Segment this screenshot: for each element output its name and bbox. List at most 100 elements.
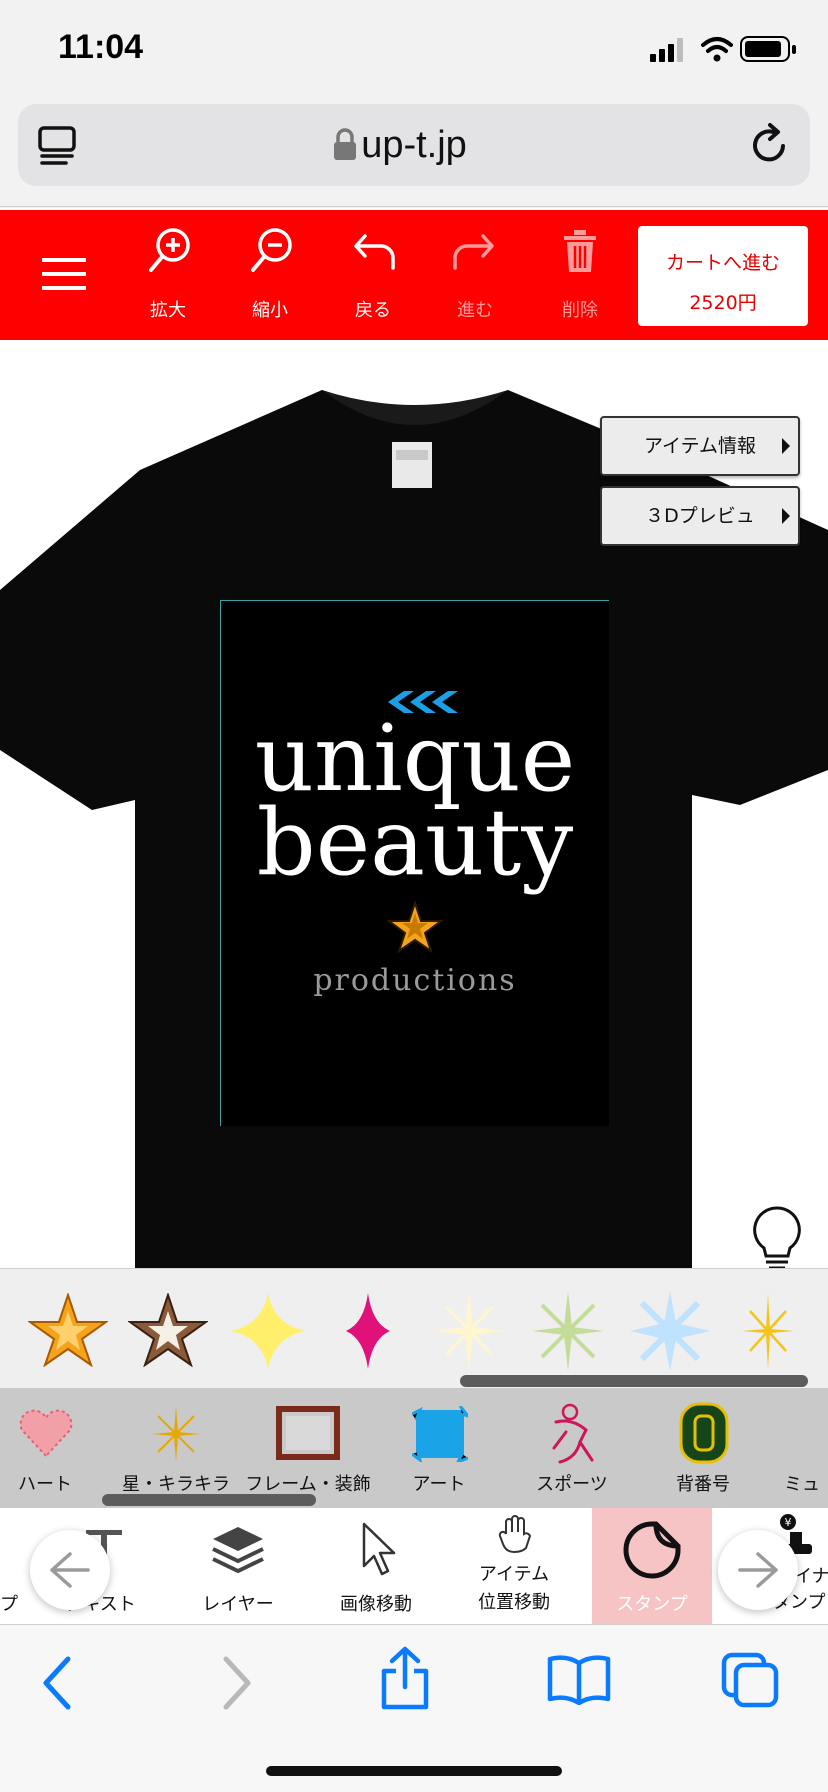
signal-icon — [650, 38, 683, 62]
hand-grab-icon — [498, 1515, 532, 1554]
item-info-label: アイテム情報 — [643, 435, 757, 457]
zoom-in-button[interactable]: 拡大 — [123, 228, 213, 338]
battery-icon — [740, 36, 796, 62]
stamp-palette — [0, 1268, 828, 1389]
heart-icon — [19, 1409, 73, 1458]
triangle-right-icon — [782, 508, 790, 524]
category-art[interactable]: アート — [396, 1388, 482, 1508]
lightbulb-icon[interactable] — [752, 1206, 802, 1270]
category-label: スポーツ — [536, 1474, 608, 1495]
art-icon — [412, 1406, 468, 1462]
jersey-number-icon — [679, 1402, 729, 1464]
zoom-in-icon — [149, 228, 190, 272]
scroll-left-button[interactable] — [30, 1530, 110, 1610]
address-bar[interactable]: up-t.jp — [18, 104, 810, 186]
3d-preview-label: ３Dプレビュ — [645, 505, 755, 527]
menu-icon[interactable] — [42, 256, 88, 294]
tool-label: アイテム — [478, 1564, 550, 1585]
tool-item-position[interactable]: アイテム 位置移動 — [454, 1508, 574, 1624]
bookmarks-icon[interactable] — [546, 1655, 612, 1705]
star-stamp-orange[interactable] — [28, 1293, 108, 1367]
design-text-beauty: beauty — [256, 789, 574, 896]
trash-icon — [564, 230, 596, 272]
sparkle-stamp-yellow[interactable] — [228, 1291, 308, 1371]
star-logo — [387, 901, 443, 953]
editor-tool-bar: プ テキスト レイヤー 画像移動 アイテム 位置移動 スタンプ ¥ スタンプ — [0, 1508, 828, 1625]
arrow-right-icon — [738, 1552, 778, 1588]
tool-move-image[interactable]: 画像移動 — [316, 1508, 436, 1624]
stamp-scrollbar[interactable] — [460, 1375, 808, 1387]
redo-button[interactable]: 進む — [430, 228, 520, 338]
share-icon[interactable] — [378, 1645, 432, 1711]
svg-text:¥: ¥ — [785, 1516, 792, 1529]
category-numbers[interactable]: 背番号 — [660, 1388, 746, 1508]
wifi-icon — [701, 37, 733, 62]
redo-icon — [453, 234, 494, 270]
print-area[interactable]: unique beauty productions — [220, 600, 609, 1126]
url-text[interactable]: up-t.jp — [18, 104, 810, 186]
cursor-arrow-icon — [362, 1522, 396, 1576]
category-label: 星・キラキラ — [122, 1474, 230, 1495]
back-icon[interactable] — [38, 1655, 78, 1711]
undo-label: 戻る — [355, 300, 391, 321]
reload-icon[interactable] — [748, 122, 794, 168]
category-label: フレーム・装飾 — [245, 1474, 371, 1495]
status-time: 11:04 — [58, 28, 144, 66]
category-frames[interactable]: フレーム・装飾 — [244, 1388, 372, 1508]
design-canvas[interactable]: アイテム情報 ３Dプレビュ unique beauty productions — [0, 340, 828, 1270]
frame-icon — [276, 1406, 340, 1460]
category-sports[interactable]: スポーツ — [524, 1388, 620, 1508]
design-text-productions: productions — [313, 963, 517, 998]
cart-label: カートへ進む — [665, 252, 780, 274]
sparkle-stamp-green[interactable] — [530, 1289, 606, 1373]
category-label: アート — [412, 1474, 466, 1495]
tool-layer[interactable]: レイヤー — [178, 1508, 298, 1624]
3d-preview-button[interactable]: ３Dプレビュ — [600, 486, 800, 546]
tool-partial[interactable]: プ — [0, 1508, 20, 1624]
lock-icon — [334, 128, 356, 160]
item-info-button[interactable]: アイテム情報 — [600, 416, 800, 476]
star-stamp-brown[interactable] — [128, 1293, 208, 1367]
delete-button[interactable]: 削除 — [535, 228, 625, 338]
sticker-icon — [623, 1521, 681, 1579]
triangle-right-icon — [782, 438, 790, 454]
sparkle-stamp-gold[interactable] — [740, 1291, 796, 1371]
arrow-left-icon — [50, 1552, 90, 1588]
sparkle-stamp-cream[interactable] — [432, 1291, 506, 1371]
delete-label: 削除 — [562, 300, 598, 321]
category-heart[interactable]: ハート — [0, 1388, 90, 1508]
scroll-right-button[interactable] — [718, 1530, 798, 1610]
tool-label: スタンプ — [616, 1594, 688, 1615]
go-to-cart-button[interactable]: カートへ進む 2520円 — [638, 226, 808, 326]
category-partial[interactable]: ミュ — [780, 1388, 828, 1508]
athlete-icon — [552, 1403, 594, 1464]
redo-label: 進む — [457, 300, 493, 321]
tool-stamp[interactable]: スタンプ — [592, 1508, 712, 1624]
sparkle-icon — [152, 1406, 200, 1462]
tool-label: 画像移動 — [340, 1594, 412, 1615]
stamp-category-bar: ハート 星・キラキラ フレーム・装飾 アート スポーツ 背番号 ミュ — [0, 1388, 828, 1508]
tool-label: レイヤー — [202, 1594, 274, 1615]
status-bar: 11:04 — [0, 0, 828, 100]
undo-button[interactable]: 戻る — [328, 228, 418, 338]
category-label: 背番号 — [676, 1474, 730, 1495]
home-indicator — [266, 1766, 562, 1776]
category-scrollbar[interactable] — [102, 1494, 316, 1506]
undo-icon — [354, 234, 395, 270]
zoom-in-label: 拡大 — [150, 300, 186, 321]
editor-toolbar: 拡大 縮小 戻る 進む 削除 カートへ進む 2520円 — [0, 210, 828, 340]
zoom-out-label: 縮小 — [252, 300, 288, 321]
sparkle-stamp-blue[interactable] — [628, 1289, 712, 1373]
cart-price: 2520円 — [689, 292, 757, 314]
tool-label: プ — [0, 1594, 18, 1615]
tool-label-line2: 位置移動 — [478, 1592, 550, 1613]
zoom-out-icon — [251, 228, 292, 272]
category-label: ハート — [18, 1474, 72, 1495]
category-stars[interactable]: 星・キラキラ — [112, 1388, 240, 1508]
layers-icon — [212, 1527, 264, 1574]
zoom-out-button[interactable]: 縮小 — [225, 228, 315, 338]
category-label: ミュ — [784, 1474, 820, 1495]
forward-icon[interactable] — [216, 1655, 256, 1711]
sparkle-stamp-magenta[interactable] — [344, 1291, 392, 1371]
tabs-icon[interactable] — [720, 1651, 782, 1709]
